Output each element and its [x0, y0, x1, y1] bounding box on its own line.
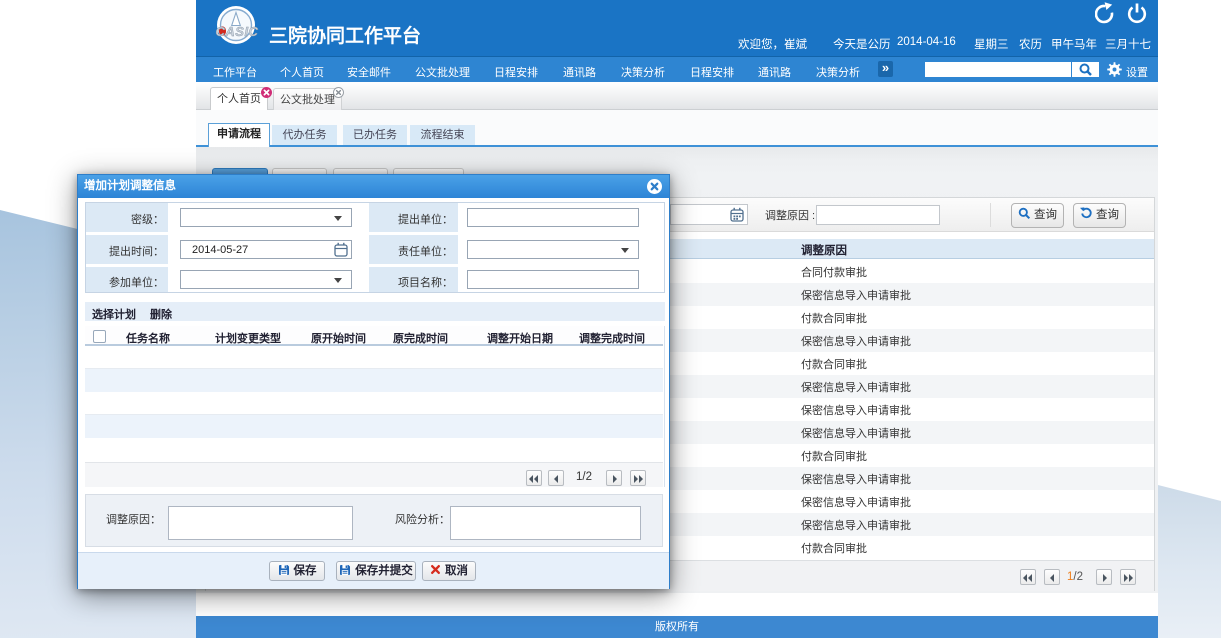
- svg-text:CASIC: CASIC: [216, 24, 259, 39]
